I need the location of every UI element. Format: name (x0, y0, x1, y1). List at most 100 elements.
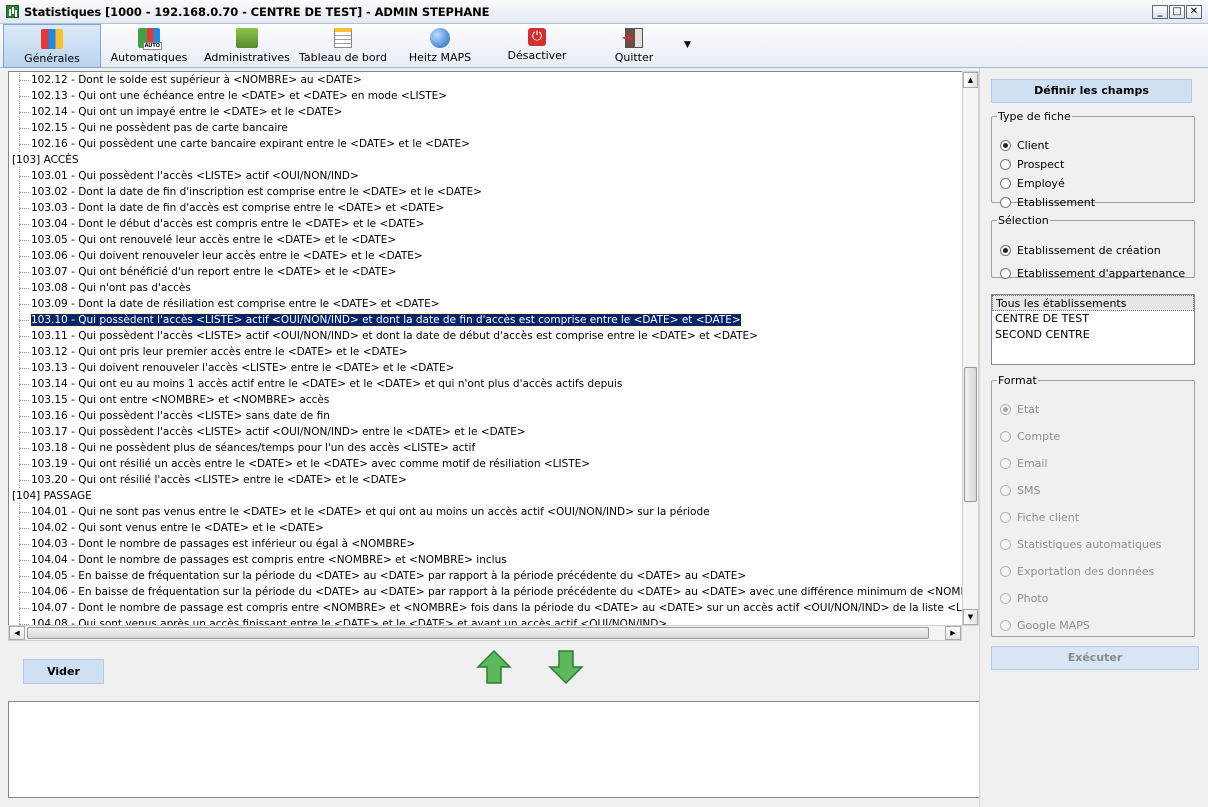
list-item[interactable]: 103.05 - Qui ont renouvelé leur accès en… (9, 231, 396, 248)
radio-format-compte[interactable]: Compte (1000, 429, 1060, 445)
scrollbar-thumb[interactable] (27, 627, 929, 639)
toolbar-label: Quitter (614, 51, 654, 64)
type-fiche-legend: Type de fiche (998, 110, 1071, 123)
list-horizontal-scrollbar[interactable]: ◀ ▶ (8, 625, 962, 641)
list-item-tous[interactable]: Tous les établissements (992, 295, 1194, 311)
list-item[interactable]: 103.01 - Qui possèdent l'accès <LISTE> a… (9, 167, 359, 184)
title-bar: Statistiques [1000 - 192.168.0.70 - CENT… (0, 0, 1208, 24)
list-group-header[interactable]: [103] ACCÈS (9, 152, 79, 168)
list-item[interactable]: 103.14 - Qui ont eu au moins 1 accès act… (9, 375, 622, 392)
list-item[interactable]: 103.20 - Qui ont résilié l'accès <LISTE>… (9, 471, 407, 488)
radio-etablissement[interactable]: Etablissement (1000, 195, 1095, 211)
radio-format-fiche-client[interactable]: Fiche client (1000, 510, 1079, 526)
radio-icon (1000, 431, 1011, 442)
toolbar-desactiver[interactable]: Désactiver (489, 24, 585, 68)
toolbar-tableau-de-bord[interactable]: Tableau de bord (295, 24, 391, 68)
toolbar-administratives[interactable]: Administratives (199, 24, 295, 68)
list-item-second-centre[interactable]: SECOND CENTRE (992, 327, 1194, 343)
list-item[interactable]: 104.04 - Dont le nombre de passages est … (9, 551, 507, 568)
list-item[interactable]: 104.03 - Dont le nombre de passages est … (9, 535, 415, 552)
radio-prospect[interactable]: Prospect (1000, 157, 1064, 173)
etablissements-listbox[interactable]: Tous les établissements CENTRE DE TEST S… (991, 294, 1195, 365)
list-item[interactable]: 103.08 - Qui n'ont pas d'accès (9, 279, 191, 296)
list-item[interactable]: 104.06 - En baisse de fréquentation sur … (9, 583, 965, 600)
scroll-right-icon[interactable]: ▶ (945, 626, 961, 640)
scroll-left-icon[interactable]: ◀ (9, 626, 25, 640)
radio-icon (1000, 566, 1011, 577)
radio-icon (1000, 268, 1011, 279)
list-item[interactable]: 104.05 - En baisse de fréquentation sur … (9, 567, 746, 584)
format-group: Format Etat Compte Email SMS Fiche clien… (991, 374, 1195, 637)
close-button[interactable]: ✕ (1186, 5, 1202, 19)
toolbar-automatiques[interactable]: Automatiques (101, 24, 197, 68)
list-item[interactable]: 104.01 - Qui ne sont pas venus entre le … (9, 503, 710, 520)
green-arrow-down-icon[interactable] (548, 649, 584, 685)
radio-selected-icon (1000, 140, 1011, 151)
list-item[interactable]: 102.12 - Dont le solde est supérieur à <… (9, 72, 362, 88)
query-tree-list[interactable]: 102.12 - Dont le solde est supérieur à <… (8, 71, 966, 626)
list-item-centre-de-test[interactable]: CENTRE DE TEST (992, 311, 1194, 327)
list-item[interactable]: 102.13 - Qui ont une échéance entre le <… (9, 87, 447, 104)
globe-icon (430, 28, 450, 48)
radio-format-google-maps[interactable]: Google MAPS (1000, 618, 1090, 634)
list-group-header[interactable]: [104] PASSAGE (9, 488, 92, 504)
list-item[interactable]: 103.07 - Qui ont bénéficié d'un report e… (9, 263, 396, 280)
main-toolbar: Générales Automatiques Administratives T… (0, 24, 1208, 68)
list-item[interactable]: 103.18 - Qui ne possèdent plus de séance… (9, 439, 475, 456)
radio-icon (1000, 178, 1011, 189)
green-arrow-up-icon[interactable] (476, 649, 512, 685)
radio-format-sms[interactable]: SMS (1000, 483, 1040, 499)
list-item[interactable]: 103.15 - Qui ont entre <NOMBRE> et <NOMB… (9, 391, 329, 408)
list-item-selected[interactable]: 103.10 - Qui possèdent l'accès <LISTE> a… (9, 311, 742, 328)
list-item[interactable]: 102.16 - Qui possèdent une carte bancair… (9, 135, 470, 152)
minimize-button[interactable]: _ (1152, 5, 1168, 19)
toolbar-overflow-icon[interactable]: ▼ (684, 40, 691, 50)
radio-etablissement-creation[interactable]: Etablissement de création (1000, 243, 1161, 259)
list-item[interactable]: 103.13 - Qui doivent renouveler l'accès … (9, 359, 454, 376)
toolbar-label: Heitz MAPS (408, 51, 472, 64)
radio-format-export[interactable]: Exportation des données (1000, 564, 1154, 580)
radio-format-photo[interactable]: Photo (1000, 591, 1048, 607)
list-item[interactable]: 103.17 - Qui possèdent l'accès <LISTE> a… (9, 423, 526, 440)
scroll-down-icon[interactable]: ▼ (963, 609, 978, 625)
define-fields-button[interactable]: Définir les champs (991, 79, 1192, 103)
radio-format-etat[interactable]: Etat (1000, 402, 1039, 418)
list-vertical-scrollbar[interactable]: ▲ ▼ (962, 71, 979, 626)
list-item[interactable]: 103.12 - Qui ont pris leur premier accès… (9, 343, 408, 360)
list-item[interactable]: 102.15 - Qui ne possèdent pas de carte b… (9, 119, 288, 136)
radio-icon (1000, 593, 1011, 604)
toolbar-label: Générales (24, 52, 80, 65)
radio-format-stats-auto[interactable]: Statistiques automatiques (1000, 537, 1162, 553)
vider-button[interactable]: Vider (23, 659, 104, 684)
scroll-up-icon[interactable]: ▲ (963, 72, 978, 88)
toolbar-quitter[interactable]: Quitter (586, 24, 682, 68)
toolbar-label: Administratives (204, 51, 290, 64)
list-item[interactable]: 103.06 - Qui doivent renouveler leur acc… (9, 247, 423, 264)
execute-button[interactable]: Exécuter (991, 646, 1199, 670)
list-item[interactable]: 103.16 - Qui possèdent l'accès <LISTE> s… (9, 407, 330, 424)
toolbar-generales[interactable]: Générales (3, 24, 101, 68)
radio-icon (1000, 512, 1011, 523)
list-item[interactable]: 103.19 - Qui ont résilié un accès entre … (9, 455, 590, 472)
list-item[interactable]: 104.02 - Qui sont venus entre le <DATE> … (9, 519, 324, 536)
list-item[interactable]: 103.04 - Dont le début d'accès est compr… (9, 215, 424, 232)
window-title: Statistiques [1000 - 192.168.0.70 - CENT… (24, 5, 490, 19)
list-item[interactable]: 104.07 - Dont le nombre de passage est c… (9, 599, 965, 616)
radio-format-email[interactable]: Email (1000, 456, 1048, 472)
radio-employe[interactable]: Employé (1000, 176, 1065, 192)
list-item[interactable]: 103.09 - Dont la date de résiliation est… (9, 295, 440, 312)
radio-etablissement-appartenance[interactable]: Etablissement d'appartenance (1000, 266, 1185, 282)
scrollbar-thumb[interactable] (964, 367, 977, 502)
app-chart-icon (6, 5, 19, 18)
selected-criteria-box[interactable] (8, 701, 980, 798)
radio-icon (1000, 458, 1011, 469)
maximize-button[interactable]: □ (1169, 5, 1185, 19)
auto-chart-icon (138, 28, 162, 50)
list-item[interactable]: 103.02 - Dont la date de fin d'inscripti… (9, 183, 482, 200)
list-item[interactable]: 102.14 - Qui ont un impayé entre le <DAT… (9, 103, 342, 120)
toolbar-heitz-maps[interactable]: Heitz MAPS (392, 24, 488, 68)
list-item[interactable]: 103.11 - Qui possèdent l'accès <LISTE> a… (9, 327, 758, 344)
list-item[interactable]: 103.03 - Dont la date de fin d'accès est… (9, 199, 444, 216)
radio-client[interactable]: Client (1000, 138, 1049, 154)
radio-icon (1000, 620, 1011, 631)
